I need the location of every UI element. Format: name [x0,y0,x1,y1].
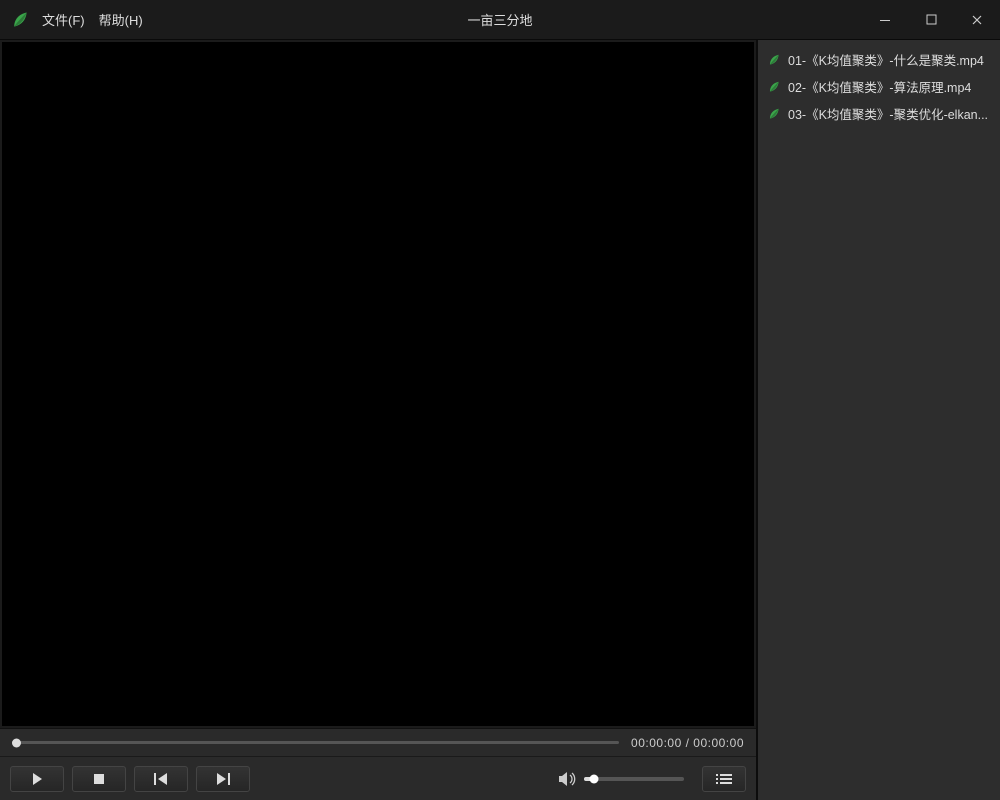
player-column: 00:00:00 / 00:00:00 [0,40,758,800]
volume-thumb[interactable] [590,774,599,783]
seek-thumb[interactable] [12,738,21,747]
window-controls [862,0,1000,40]
previous-button[interactable] [134,766,188,792]
stop-button[interactable] [72,766,126,792]
minimize-icon [879,14,891,26]
play-icon [30,772,44,786]
total-time: 00:00:00 [693,736,744,750]
volume-icon[interactable] [558,771,576,787]
maximize-button[interactable] [908,0,954,40]
playlist-item[interactable]: 03-《K均值聚类》-聚类优化-elkan... [758,100,1000,127]
app-window: 文件(F) 帮助(H) 一亩三分地 00:00:00 [0,0,1000,800]
playlist-toggle-button[interactable] [702,766,746,792]
controls-row [0,756,756,800]
next-icon [215,772,231,786]
playlist-icon [716,773,732,785]
close-icon [971,14,983,26]
maximize-icon [926,14,937,25]
main-area: 00:00:00 / 00:00:00 [0,40,1000,800]
minimize-button[interactable] [862,0,908,40]
stop-icon [93,773,105,785]
title-bar: 文件(F) 帮助(H) 一亩三分地 [0,0,1000,40]
previous-icon [153,772,169,786]
playlist-item[interactable]: 01-《K均值聚类》-什么是聚类.mp4 [758,46,1000,73]
playlist-item[interactable]: 02-《K均值聚类》-算法原理.mp4 [758,73,1000,100]
close-button[interactable] [954,0,1000,40]
play-button[interactable] [10,766,64,792]
next-button[interactable] [196,766,250,792]
playlist-item-label: 01-《K均值聚类》-什么是聚类.mp4 [788,50,984,69]
volume-control [558,771,684,787]
leaf-icon [766,80,782,94]
leaf-icon [766,53,782,67]
menu-bar: 文件(F) 帮助(H) [42,10,143,29]
leaf-icon [766,107,782,121]
leaf-icon [10,10,30,30]
menu-file[interactable]: 文件(F) [42,10,85,29]
progress-row: 00:00:00 / 00:00:00 [0,728,756,756]
playlist-panel: 01-《K均值聚类》-什么是聚类.mp4 02-《K均值聚类》-算法原理.mp4… [758,40,1000,800]
menu-help[interactable]: 帮助(H) [99,10,143,29]
time-display: 00:00:00 / 00:00:00 [631,736,744,750]
seek-bar[interactable] [12,741,619,744]
current-time: 00:00:00 [631,736,682,750]
app-logo [0,10,40,30]
playlist-item-label: 02-《K均值聚类》-算法原理.mp4 [788,77,971,96]
volume-slider[interactable] [584,777,684,781]
window-title: 一亩三分地 [0,10,1000,29]
video-canvas[interactable] [2,42,754,726]
playlist-item-label: 03-《K均值聚类》-聚类优化-elkan... [788,104,988,123]
time-separator: / [682,736,694,750]
